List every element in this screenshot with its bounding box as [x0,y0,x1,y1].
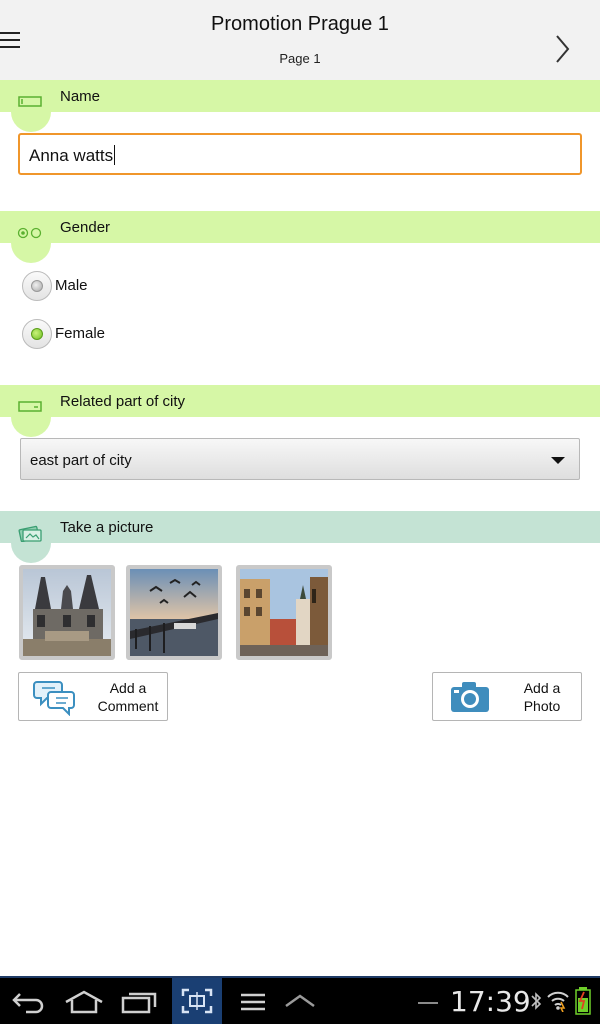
add-photo-label-line2: Photo [523,698,561,714]
page-title: Promotion Prague 1 [211,13,389,35]
add-photo-button[interactable]: Add a Photo [432,672,582,721]
wifi-icon [547,991,569,1012]
up-arrow-icon[interactable] [284,994,316,1008]
section-header-picture: Take a picture [0,511,600,563]
home-icon[interactable] [64,990,104,1014]
radio-group-icon [17,227,42,239]
clock: 17:39 [450,985,531,1018]
back-icon[interactable] [10,990,46,1014]
pictures-icon [18,525,42,542]
dropdown-arrow-icon [551,457,565,464]
old-town-street-photo-icon [240,569,328,656]
name-input[interactable]: Anna watts [18,133,582,175]
chevron-right-icon[interactable] [554,34,572,64]
screenshot-button[interactable] [172,978,222,1024]
photo-thumbnail[interactable] [126,565,222,660]
action-bar: Promotion Prague 1 Page 1 [0,0,600,80]
radio-button-selected[interactable] [22,319,52,349]
add-comment-label-line2: Comment [97,698,159,714]
section-label: Take a picture [60,519,154,536]
text-caret [114,145,116,165]
radio-label-female: Female [55,325,106,342]
section-label: Name [60,88,101,105]
battery-icon [575,987,591,1015]
add-comment-button[interactable]: Add a Comment [18,672,168,721]
prague-church-photo-icon [23,569,111,656]
text-field-icon [18,96,42,107]
section-header-name: Name [0,80,600,132]
recent-apps-icon[interactable] [121,990,159,1014]
section-label: Related part of city [60,393,186,410]
menu-icon[interactable] [239,992,267,1012]
dropdown-field-icon [18,401,42,412]
add-comment-label-line1: Add a [109,680,147,696]
page-subtitle: Page 1 [279,51,321,66]
name-input-value: Anna watts [29,146,114,165]
screenshot-icon [181,988,213,1014]
add-photo-label-line1: Add a [523,680,561,696]
bluetooth-icon [531,992,542,1010]
photo-thumbnail[interactable] [19,565,115,660]
birds-over-bridge-photo-icon [130,569,218,656]
section-header-gender: Gender [0,211,600,263]
camera-icon [451,682,489,712]
system-bar: 17:39 [0,976,600,1024]
city-dropdown[interactable]: east part of city [20,438,580,480]
radio-label-male: Male [55,277,88,294]
section-label: Gender [60,219,111,236]
dropdown-selected-value: east part of city [30,452,132,469]
radio-button[interactable] [22,271,52,301]
section-header-city: Related part of city [0,385,600,437]
photo-thumbnail[interactable] [236,565,332,660]
notification-dash [418,1002,438,1004]
comment-bubbles-icon [33,681,75,716]
